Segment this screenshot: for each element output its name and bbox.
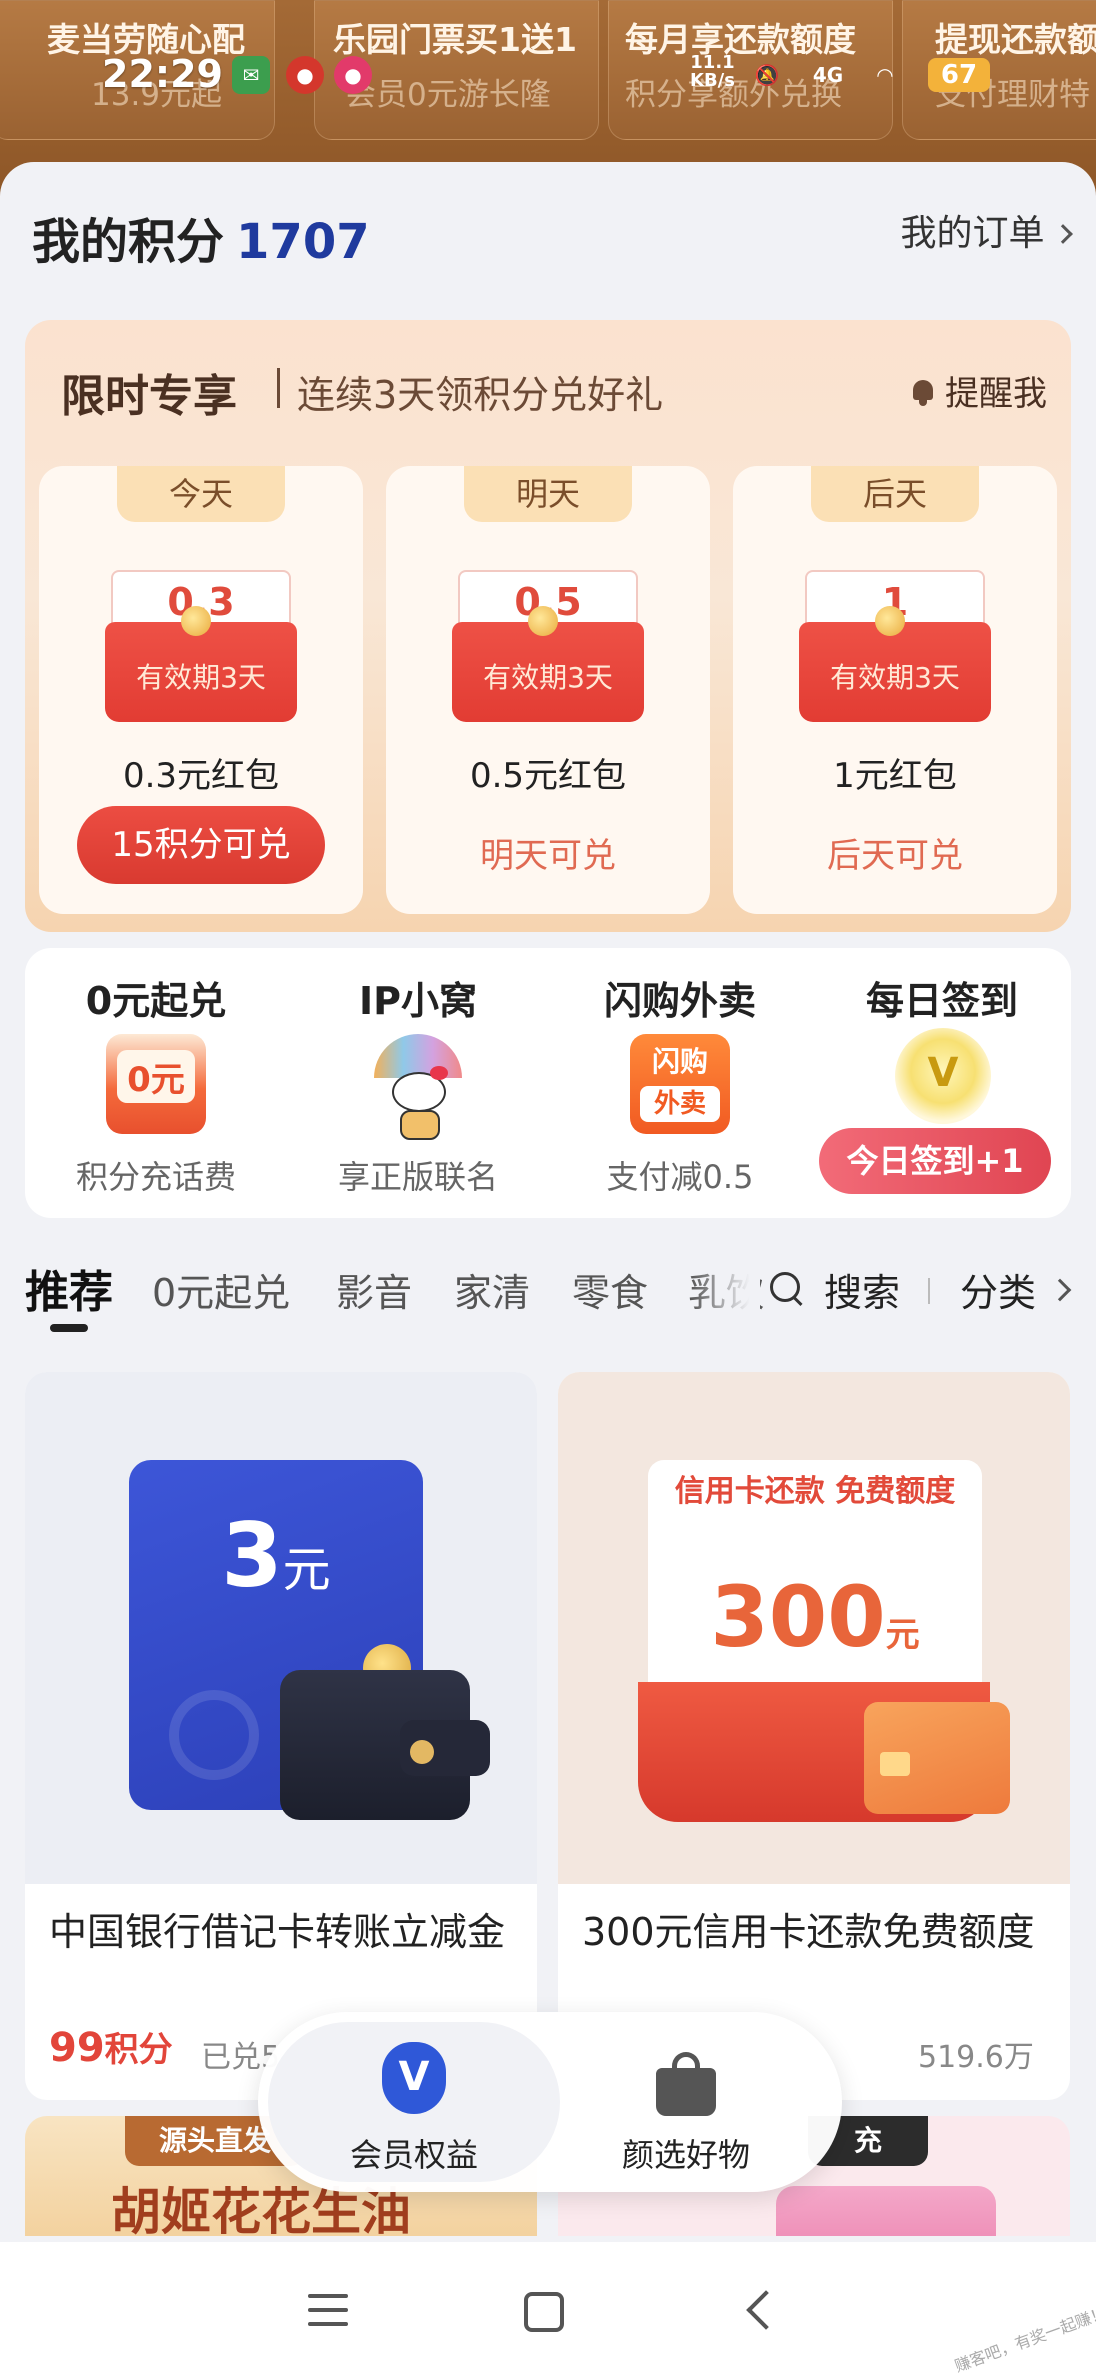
tab-media[interactable]: 影音 <box>336 1262 412 1317</box>
day-card-today: 今天 0.3 有效期3天 0.3元红包 15积分可兑 <box>39 466 363 914</box>
points-value: 1707 <box>236 214 370 270</box>
promo-title: 提现还款额 <box>935 20 1096 59</box>
reward-label: 1元红包 <box>833 756 957 796</box>
redeem-status: 后天可兑 <box>827 836 963 876</box>
battery-indicator: 67 <box>928 58 990 92</box>
limited-offer-section: 限时专享 连续3天领积分兑好礼 提醒我 今天 0.3 有效期3天 0.3元红包 … <box>25 320 1071 932</box>
day-tab: 后天 <box>811 466 979 522</box>
reward-label: 0.5元红包 <box>469 756 627 796</box>
feature-zero-yuan[interactable]: 0元起兑 0元 积分充话费 <box>25 948 287 1218</box>
home-icon[interactable] <box>524 2292 564 2332</box>
hello-kitty-icon <box>368 1034 468 1140</box>
product-name: 300元信用卡还款免费额度 <box>582 1910 1035 1954</box>
search-button[interactable]: 搜索 <box>824 1262 900 1317</box>
checkin-coin-icon <box>895 1028 995 1128</box>
my-orders-link[interactable]: 我的订单 <box>901 204 1073 256</box>
tab-zero-yuan[interactable]: 0元起兑 <box>152 1262 290 1317</box>
divider <box>928 1278 930 1304</box>
product-card[interactable]: 信用卡还款 免费额度 300元 300元信用卡还款免费额度 519.6万 <box>558 1372 1070 2100</box>
red-envelope-icon: 0.5 有效期3天 <box>452 570 644 722</box>
chevron-right-icon <box>1053 224 1073 244</box>
flash-delivery-icon: 闪购 外卖 <box>630 1034 730 1134</box>
day-card-day-after: 后天 1 有效期3天 1元红包 后天可兑 <box>733 466 1057 914</box>
product-image: 3元 <box>25 1372 537 1884</box>
zero-yuan-icon: 0元 <box>106 1034 206 1134</box>
redeem-status: 明天可兑 <box>480 836 616 876</box>
promo-title: 每月享还款额度 <box>625 20 856 59</box>
bell-icon <box>909 376 937 406</box>
floating-tab-bar: 会员权益 颜选好物 <box>258 2012 842 2192</box>
wifi-icon: ◠ <box>877 63 893 87</box>
feature-flash-delivery[interactable]: 闪购外卖 闪购 外卖 支付减0.5 <box>549 948 811 1218</box>
menu-icon[interactable] <box>308 2292 348 2328</box>
product-sold: 519.6万 <box>918 2040 1034 2075</box>
status-time: 22:29 <box>102 52 223 96</box>
system-nav-bar <box>0 2242 1096 2380</box>
limited-title: 限时专享 <box>61 371 237 422</box>
tab-active-indicator <box>50 1324 88 1332</box>
product-image: 信用卡还款 免费额度 300元 <box>558 1372 1070 1884</box>
app-notification-icon: ✉ <box>232 56 270 94</box>
promo-sub: 会员0元游长隆 <box>345 77 551 113</box>
tab-snacks[interactable]: 零食 <box>572 1262 648 1317</box>
points-label: 我的积分 <box>32 214 225 270</box>
promo-title: 乐园门票买1送1 <box>333 20 577 59</box>
redeem-button[interactable]: 15积分可兑 <box>77 806 325 884</box>
feature-daily-checkin[interactable]: 每日签到 今日签到+1 <box>811 948 1073 1218</box>
points-summary: 我的积分 1707 <box>32 202 370 272</box>
day-tab: 今天 <box>117 466 285 522</box>
day-tab: 明天 <box>464 466 632 522</box>
mute-icon: 🔕 <box>754 63 780 87</box>
product-card[interactable]: 3元 中国银行借记卡转账立减金 99积分 已兑5 <box>25 1372 537 2100</box>
search-icon[interactable] <box>770 1272 804 1306</box>
shopping-bag-icon <box>656 2052 716 2116</box>
signal-icon: 4G <box>812 63 844 87</box>
bank-logo-icon <box>169 1690 259 1780</box>
red-envelope-icon: 0.3 有效期3天 <box>105 570 297 722</box>
credit-card-icon <box>864 1702 1010 1814</box>
vip-shield-icon <box>382 2042 446 2118</box>
network-speed: 11.1 KB/s <box>690 52 735 91</box>
category-tabs: 推荐 0元起兑 影音 家清 零食 乳饮 搜索 分类 <box>0 1242 1096 1332</box>
app-notification-icon: ● <box>286 56 324 94</box>
tab-home-cleaning[interactable]: 家清 <box>454 1262 530 1317</box>
tab-selected-goods[interactable]: 颜选好物 <box>540 2012 832 2192</box>
product-name: 中国银行借记卡转账立减金 <box>49 1910 506 1954</box>
checkin-button[interactable]: 今日签到+1 <box>819 1128 1051 1194</box>
chevron-right-icon <box>1048 1278 1072 1302</box>
limited-subtitle: 连续3天领积分兑好礼 <box>297 373 664 417</box>
back-icon[interactable] <box>746 2290 786 2330</box>
category-button[interactable]: 分类 <box>960 1262 1036 1317</box>
main-sheet: 我的积分 1707 我的订单 限时专享 连续3天领积分兑好礼 提醒我 今天 0.3… <box>0 162 1096 2242</box>
divider <box>277 368 280 408</box>
day-card-tomorrow: 明天 0.5 有效期3天 0.5元红包 明天可兑 <box>386 466 710 914</box>
app-notification-icon: ● <box>334 56 372 94</box>
feature-ip-nest[interactable]: IP小窝 享正版联名 <box>287 948 549 1218</box>
product-price: 99积分 <box>49 2025 173 2071</box>
remind-me-button[interactable]: 提醒我 <box>909 366 1047 415</box>
reward-label: 0.3元红包 <box>122 756 280 796</box>
wallet-icon <box>280 1670 490 1820</box>
tab-member-benefits[interactable]: 会员权益 <box>268 2012 560 2192</box>
tab-recommend[interactable]: 推荐 <box>25 1256 113 1320</box>
red-envelope-icon: 1 有效期3天 <box>799 570 991 722</box>
feature-entries: 0元起兑 0元 积分充话费 IP小窝 享正版联名 闪购外卖 闪购 外卖 支付减0… <box>25 948 1071 1218</box>
